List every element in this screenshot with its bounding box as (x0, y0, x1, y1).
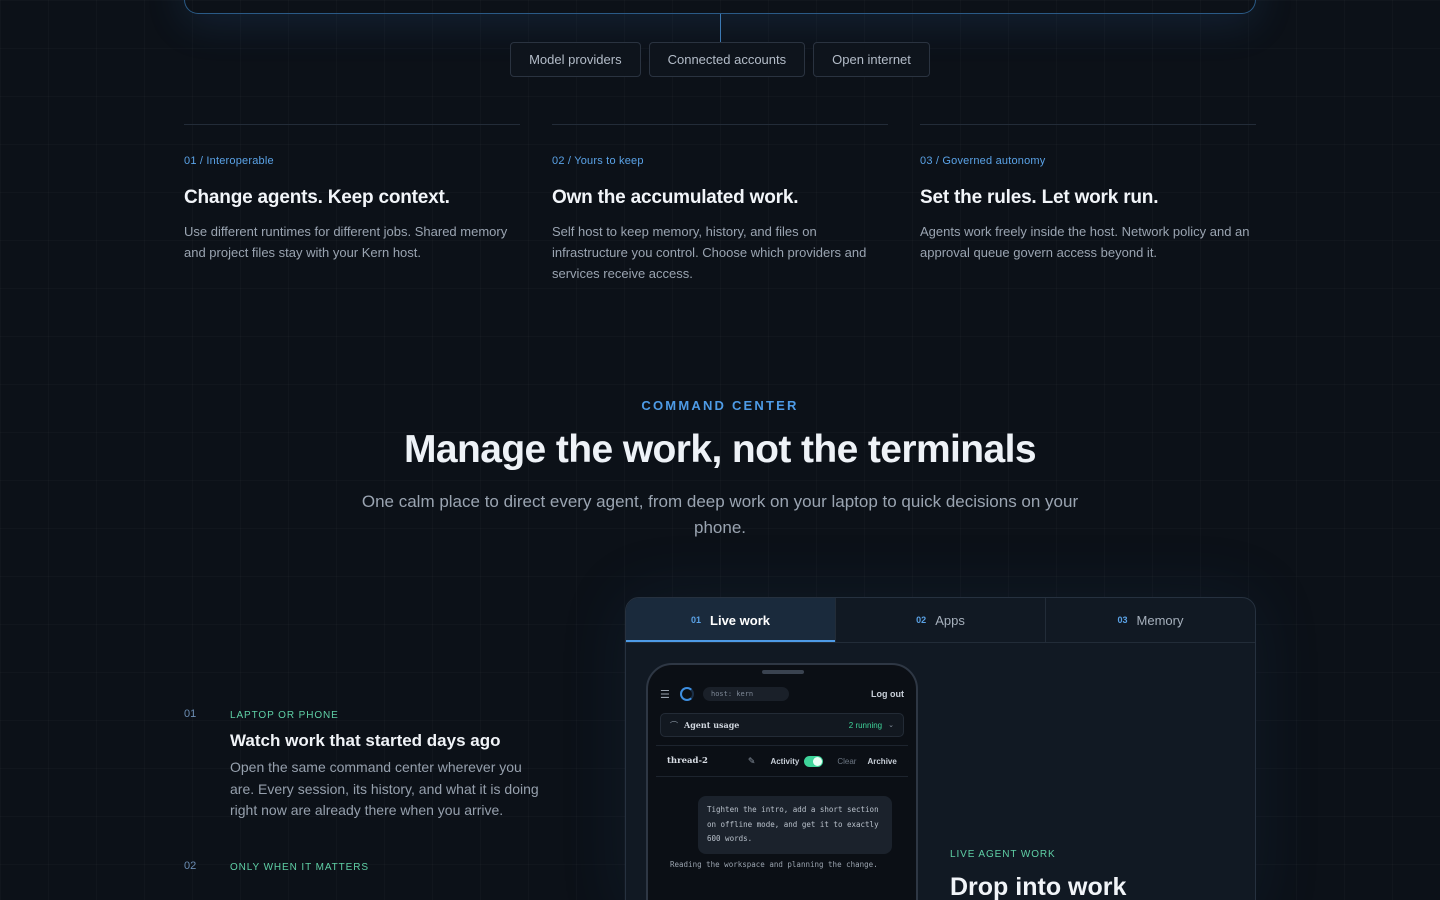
pillar-text: Self host to keep memory, history, and f… (552, 224, 867, 281)
agent-usage-bar[interactable]: ⌒ Agent usage 2 running ⌄ (660, 713, 904, 737)
pillar-text: Use different runtimes for different job… (184, 224, 508, 260)
phone-mockup: ☰ host: kern Log out ⌒ Agent usage 2 run… (646, 663, 918, 900)
section-subtitle: One calm place to direct every agent, fr… (361, 492, 1079, 537)
live-kicker: LIVE AGENT WORK (950, 849, 1056, 860)
gauge-icon: ⌒ (670, 720, 678, 730)
pillar-governed-autonomy: 03 / Governed autonomy Set the rules. Le… (920, 124, 1256, 284)
pillar-yours-to-keep: 02 / Yours to keep Own the accumulated w… (552, 124, 888, 284)
agent-status-text: Reading the workspace and planning the c… (670, 860, 878, 869)
activity-label: Activity (770, 756, 800, 766)
logout-button[interactable]: Log out (871, 689, 904, 699)
status-ring-icon (680, 687, 694, 701)
feature-number: 01 (184, 708, 197, 720)
edit-icon[interactable]: ✎ (748, 756, 756, 767)
feature-title: Watch work that started days ago (230, 731, 501, 750)
pillar-title: Own the accumulated work. (552, 187, 799, 208)
tab-number: 01 (691, 615, 702, 625)
tab-live-work[interactable]: 01 Live work (626, 598, 836, 642)
tab-apps[interactable]: 02 Apps (836, 598, 1046, 642)
thread-header: thread-2 ✎ Activity Clear Archive (656, 745, 908, 777)
chevron-down-icon[interactable]: ⌄ (888, 721, 894, 729)
live-title: Drop into work (950, 873, 1127, 900)
pillar-kicker: 03 / Governed autonomy (920, 155, 1046, 167)
host-frame (184, 0, 1256, 14)
tab-number: 02 (916, 615, 927, 625)
user-message: Tighten the intro, add a short section o… (698, 796, 892, 854)
feature-kicker: LAPTOP OR PHONE (230, 710, 339, 721)
pillar-text: Agents work freely inside the host. Netw… (920, 224, 1250, 260)
panel-tabs: 01 Live work 02 Apps 03 Memory (626, 598, 1255, 643)
activity-toggle[interactable] (804, 755, 824, 767)
tab-number: 03 (1117, 615, 1128, 625)
feature-kicker: ONLY WHEN IT MATTERS (230, 861, 369, 873)
running-count: 2 running (848, 720, 883, 730)
host-field[interactable]: host: kern (703, 687, 789, 701)
pillar-interoperable: 01 / Interoperable Change agents. Keep c… (184, 124, 520, 284)
menu-icon[interactable]: ☰ (660, 688, 674, 701)
thread-name: thread-2 (667, 756, 708, 766)
section-title: Manage the work, not the terminals (404, 428, 1036, 471)
chip-connected-accounts[interactable]: Connected accounts (648, 42, 806, 77)
section-kicker: COMMAND CENTER (641, 398, 799, 413)
feature-number: 02 (184, 859, 197, 872)
command-center-panel: 01 Live work 02 Apps 03 Memory ☰ host: k… (625, 597, 1256, 900)
connector-line (720, 14, 721, 42)
pillar-title: Set the rules. Let work run. (920, 187, 1159, 208)
tab-label: Apps (935, 612, 965, 628)
feature-item[interactable]: 02 ONLY WHEN IT MATTERS (184, 858, 544, 873)
pillar-kicker: 01 / Interoperable (184, 155, 274, 167)
clear-button[interactable]: Clear (837, 757, 856, 766)
archive-button[interactable]: Archive (867, 757, 896, 766)
usage-label: Agent usage (684, 720, 740, 730)
chip-open-internet[interactable]: Open internet (813, 42, 930, 77)
feature-list: 01 LAPTOP OR PHONE Watch work that start… (184, 706, 544, 900)
tab-memory[interactable]: 03 Memory (1046, 598, 1255, 642)
chip-model-providers[interactable]: Model providers (510, 42, 641, 77)
pillar-kicker: 02 / Yours to keep (552, 155, 644, 167)
feature-text: Open the same command center wherever yo… (230, 759, 539, 818)
tab-label: Memory (1136, 612, 1184, 628)
phone-notch (762, 670, 804, 674)
pillar-title: Change agents. Keep context. (184, 187, 450, 208)
pillars: 01 / Interoperable Change agents. Keep c… (184, 124, 1256, 284)
provider-chips: Model providers Connected accounts Open … (0, 42, 1440, 77)
tab-label: Live work (710, 612, 770, 628)
phone-top-bar: ☰ host: kern Log out (660, 683, 904, 705)
feature-item[interactable]: 01 LAPTOP OR PHONE Watch work that start… (184, 706, 544, 822)
